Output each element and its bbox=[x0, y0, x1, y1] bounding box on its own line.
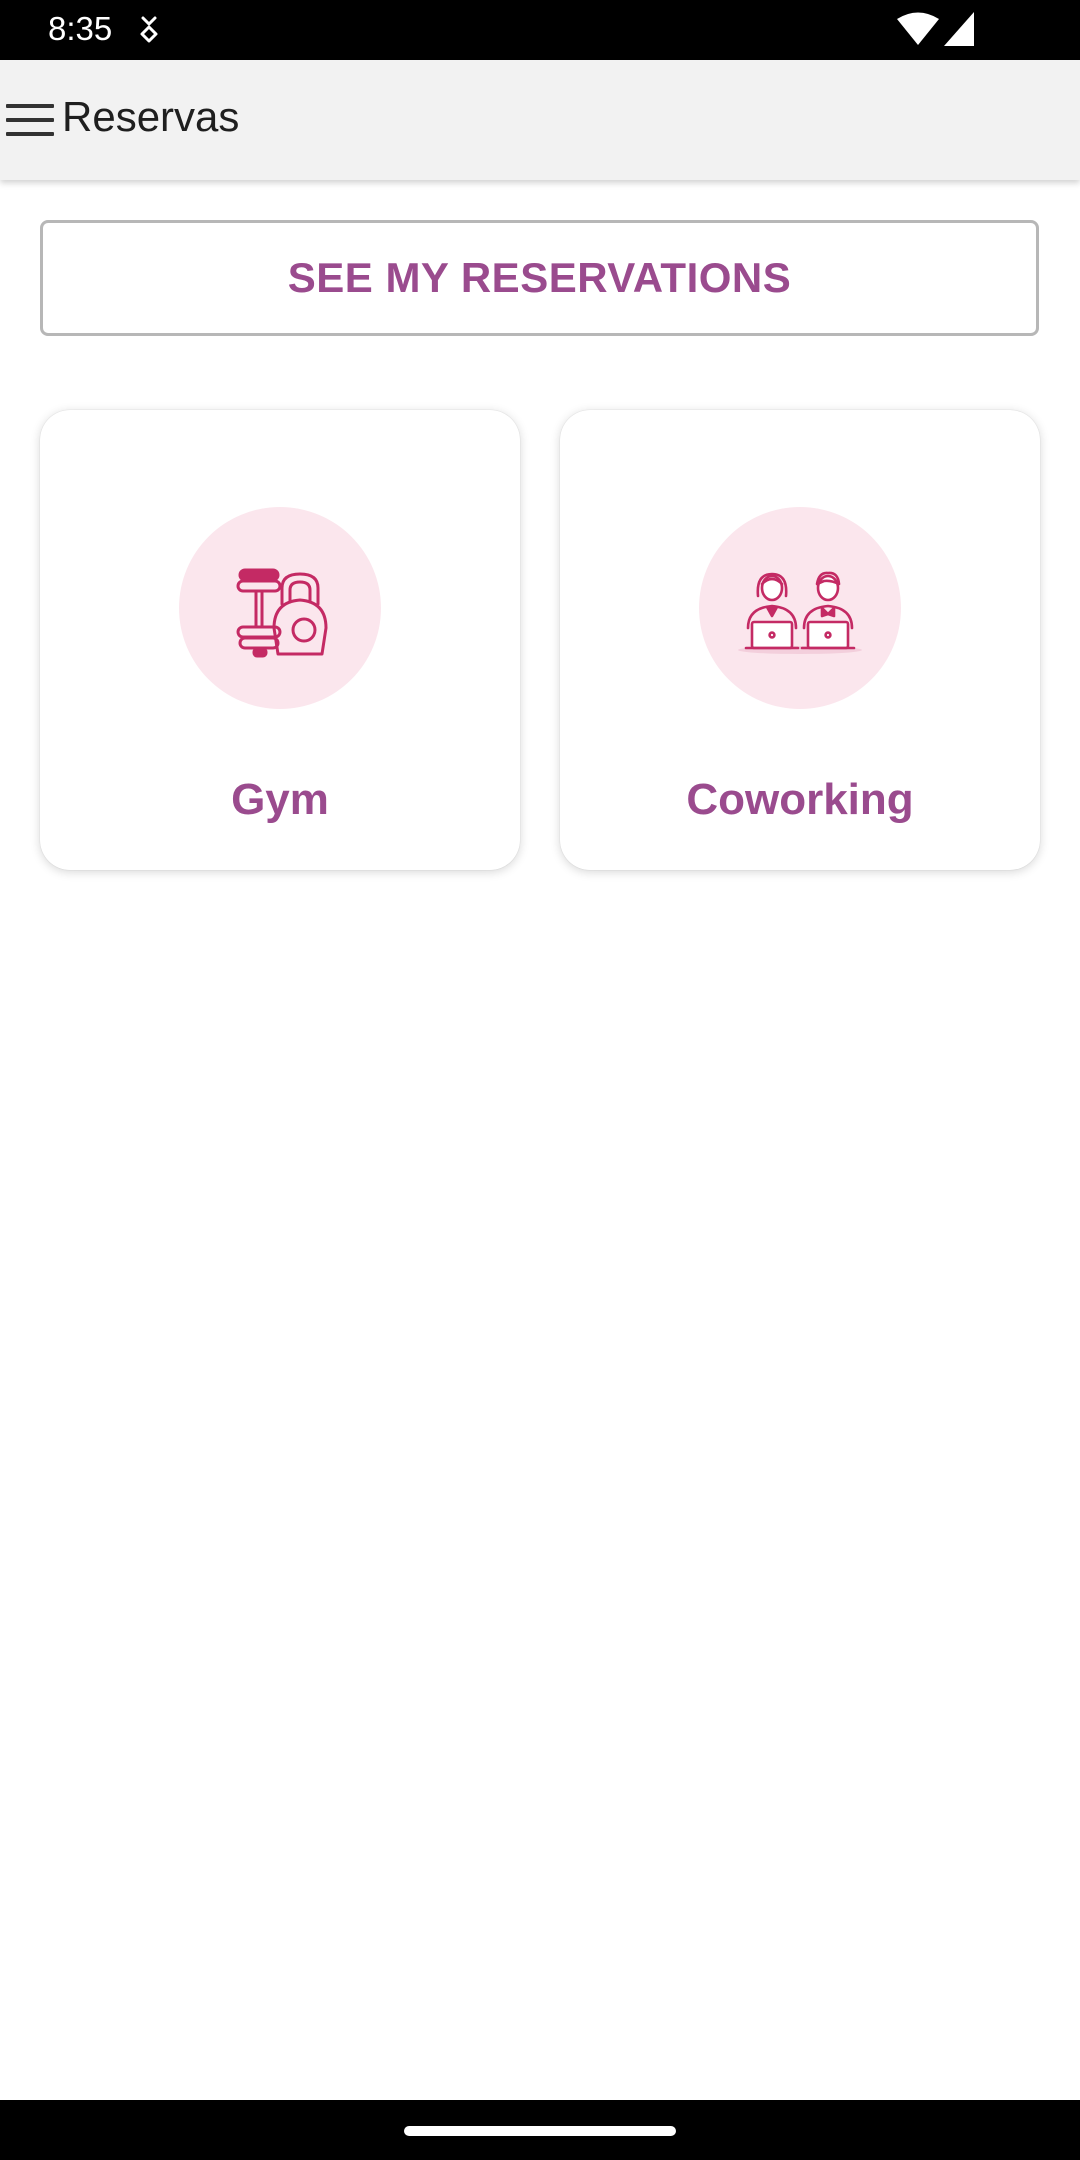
app-bar: Reservas bbox=[0, 60, 1080, 180]
wifi-icon bbox=[897, 12, 939, 45]
status-bar: 8:35 bbox=[0, 0, 1080, 60]
see-my-reservations-button[interactable]: SEE MY RESERVATIONS bbox=[40, 220, 1039, 336]
category-card-gym[interactable]: Gym bbox=[40, 410, 520, 870]
status-time: 8:35 bbox=[48, 10, 113, 47]
category-label-gym: Gym bbox=[231, 775, 329, 824]
category-card-coworking[interactable]: Coworking bbox=[560, 410, 1040, 870]
home-indicator[interactable] bbox=[404, 2126, 676, 2136]
signal-icon bbox=[944, 12, 974, 46]
hamburger-menu-icon[interactable] bbox=[6, 98, 54, 142]
dumbbell-kettlebell-icon bbox=[236, 568, 328, 658]
page-title: Reservas bbox=[62, 93, 240, 140]
gym-icon-circle bbox=[179, 507, 381, 709]
category-label-coworking: Coworking bbox=[686, 775, 914, 824]
notification-icon bbox=[140, 16, 158, 43]
navigation-bar bbox=[0, 2100, 1080, 2160]
coworking-icon-circle bbox=[699, 507, 901, 709]
coworkers-laptops-icon bbox=[738, 571, 862, 654]
